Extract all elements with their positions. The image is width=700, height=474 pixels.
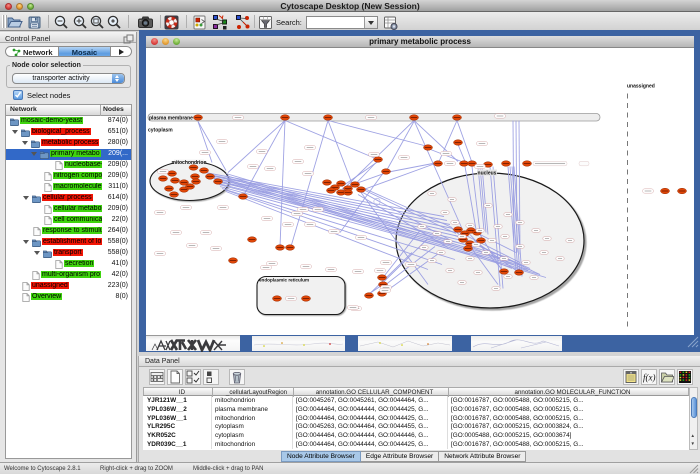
svg-text:f(x): f(x) bbox=[643, 373, 656, 383]
svg-text:mitochondrion: mitochondrion bbox=[172, 160, 207, 166]
svg-text:nucleus: nucleus bbox=[478, 170, 497, 176]
svg-text:endoplasmic reticulum: endoplasmic reticulum bbox=[259, 277, 309, 282]
svg-text:plasma membrane: plasma membrane bbox=[149, 115, 193, 121]
svg-text:cytoplasm: cytoplasm bbox=[148, 127, 173, 133]
svg-text:unassigned: unassigned bbox=[627, 83, 655, 89]
